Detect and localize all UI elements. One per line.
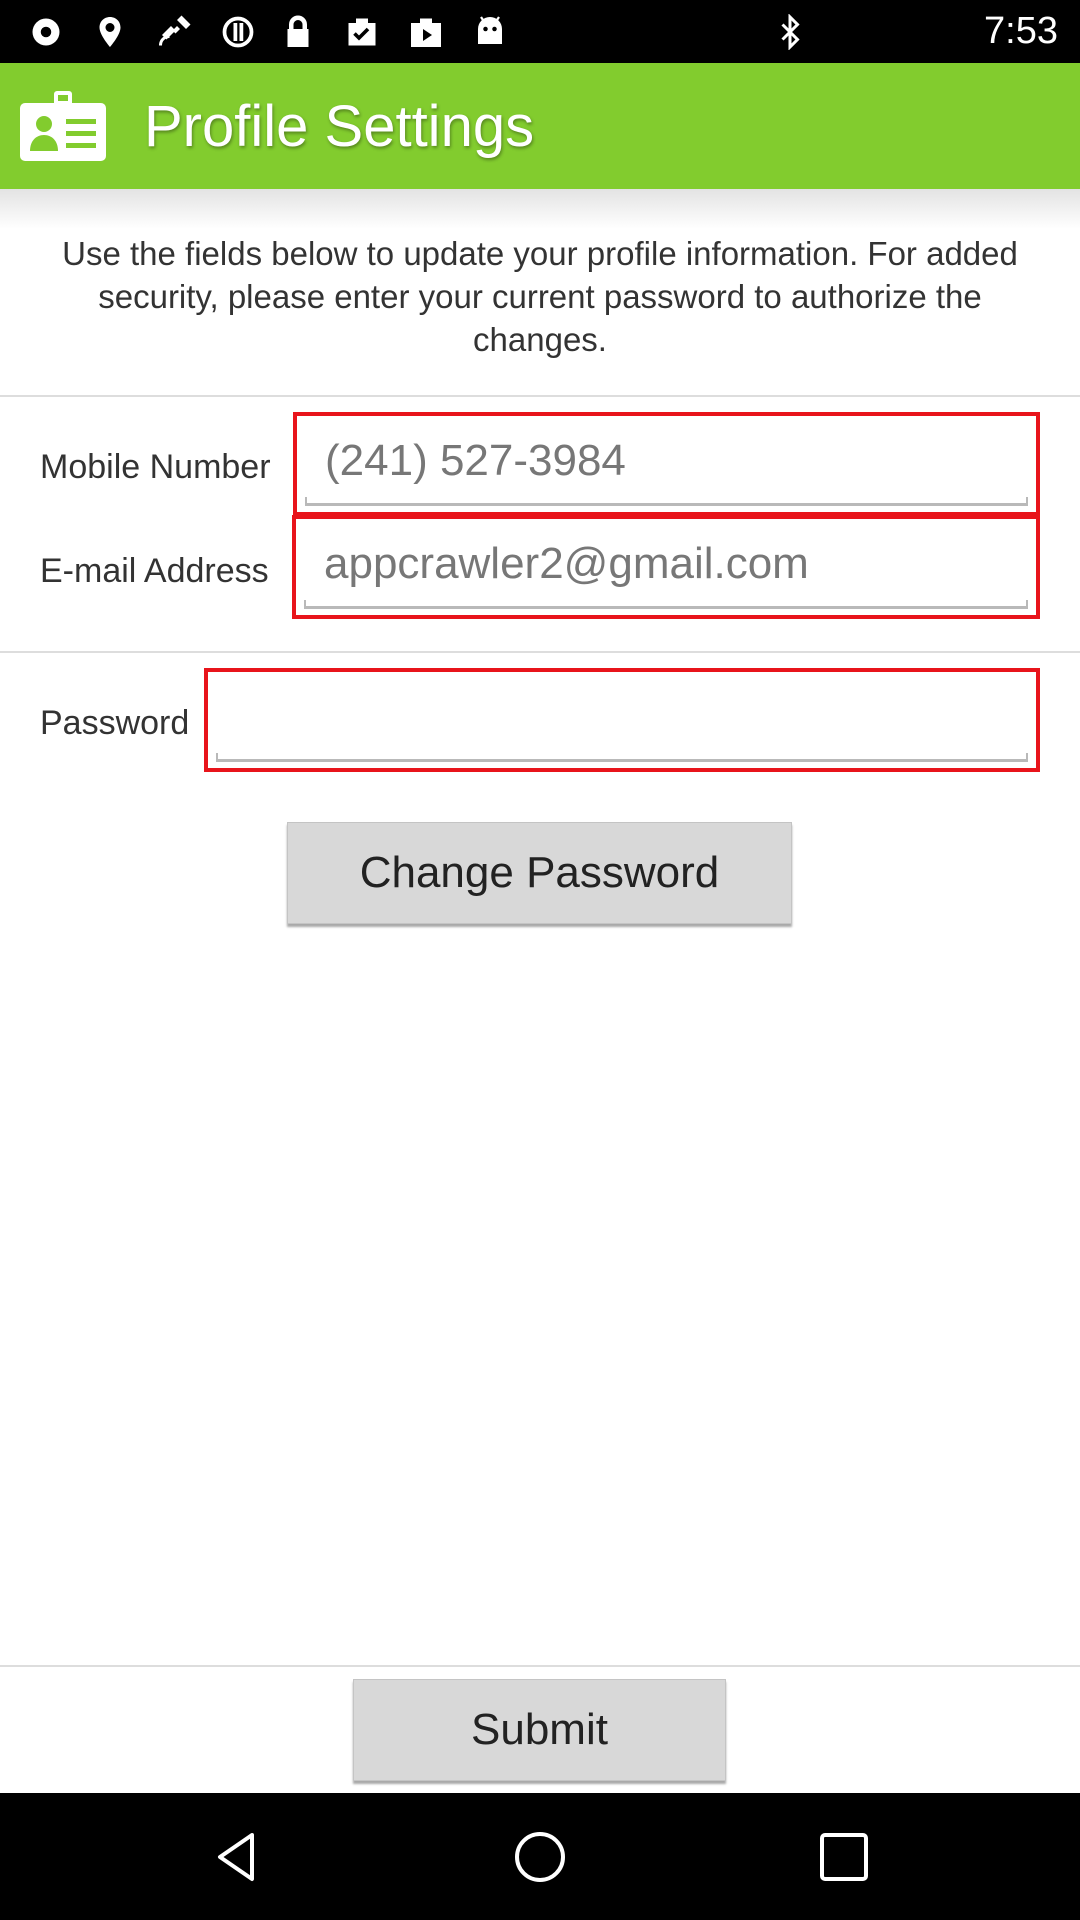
page-title: Profile Settings	[144, 94, 535, 159]
task-icon	[348, 18, 376, 46]
play-store-icon	[411, 18, 441, 47]
satellite-icon	[159, 15, 191, 46]
navigation-bar	[0, 1793, 1080, 1920]
app-header: Profile Settings	[0, 63, 1080, 189]
record-icon	[32, 18, 60, 46]
field-underline	[304, 600, 1028, 609]
back-icon[interactable]	[208, 1829, 264, 1885]
status-bar: 7:53	[0, 0, 1080, 63]
mobile-number-label: Mobile Number	[40, 448, 271, 486]
field-underline	[216, 753, 1028, 762]
divider	[0, 651, 1080, 653]
lock-icon	[287, 15, 309, 47]
fake-gps-icon	[99, 17, 121, 47]
email-address-field[interactable]: appcrawler2@gmail.com	[292, 515, 1040, 619]
intro-text: Use the fields below to update your prof…	[62, 235, 1018, 358]
change-password-button[interactable]: Change Password	[287, 822, 792, 924]
bluetooth-icon	[781, 14, 800, 50]
email-address-value: appcrawler2@gmail.com	[324, 539, 809, 588]
home-icon[interactable]	[512, 1829, 568, 1885]
header-shadow	[0, 189, 1080, 229]
field-underline	[305, 497, 1028, 506]
status-time: 7:53	[984, 10, 1058, 52]
mobile-number-value: (241) 527-3984	[325, 436, 626, 485]
password-label: Password	[40, 704, 190, 742]
profile-card-icon	[20, 91, 106, 161]
recents-icon[interactable]	[816, 1829, 872, 1885]
android-icon	[478, 16, 502, 44]
divider	[0, 395, 1080, 397]
submit-button[interactable]: Submit	[353, 1679, 726, 1781]
divider	[0, 1665, 1080, 1667]
sync-icon	[222, 16, 254, 48]
mobile-number-field[interactable]: (241) 527-3984	[293, 412, 1040, 516]
email-address-label: E-mail Address	[40, 552, 269, 590]
password-field[interactable]	[204, 668, 1040, 772]
